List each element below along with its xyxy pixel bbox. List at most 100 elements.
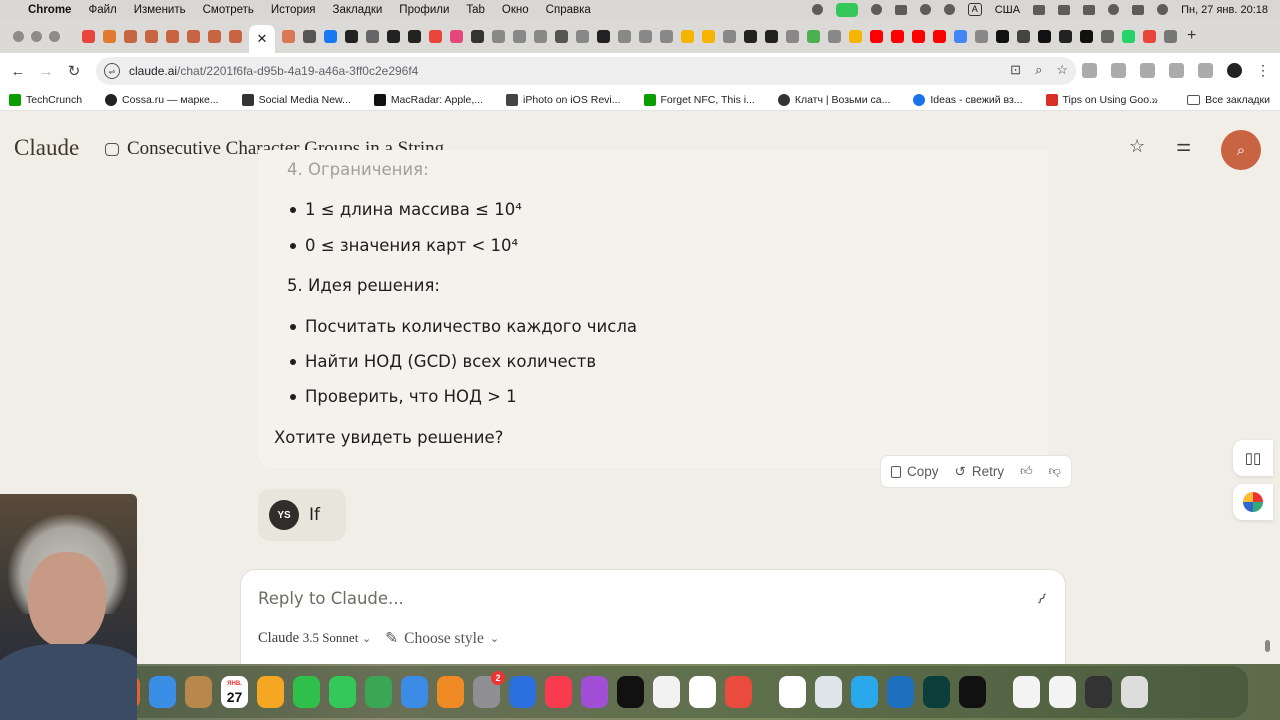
play-icon[interactable] bbox=[943, 4, 955, 15]
extension-icon[interactable] bbox=[1111, 63, 1126, 78]
tab-favicon[interactable] bbox=[660, 29, 673, 43]
claude-search-button[interactable]: ⌕ bbox=[1221, 130, 1261, 170]
facetime-icon[interactable] bbox=[293, 676, 320, 708]
eject-icon[interactable] bbox=[1083, 4, 1096, 15]
menu-item-history[interactable]: История bbox=[271, 4, 316, 16]
tab-favicon[interactable] bbox=[933, 29, 946, 43]
reply-input[interactable]: Reply to Claude... bbox=[258, 589, 404, 608]
tab-favicon[interactable] bbox=[1101, 29, 1114, 43]
bookmark-item[interactable]: Social Media New... bbox=[241, 93, 351, 106]
all-bookmarks-button[interactable]: Все закладки bbox=[1187, 94, 1270, 106]
tab-favicon[interactable] bbox=[166, 29, 179, 43]
tab-favicon[interactable] bbox=[954, 29, 967, 43]
tab-favicon[interactable] bbox=[366, 29, 379, 43]
tab-favicon[interactable] bbox=[912, 29, 925, 43]
tab-favicon[interactable] bbox=[744, 29, 757, 43]
close-tab-icon[interactable]: ✕ bbox=[257, 31, 268, 47]
flask-icon[interactable] bbox=[894, 4, 907, 15]
chat-settings-icon[interactable]: ⚌ bbox=[1176, 136, 1191, 156]
tab-favicon[interactable] bbox=[597, 29, 610, 43]
tab-favicon[interactable] bbox=[618, 29, 631, 43]
tab-favicon[interactable] bbox=[208, 29, 221, 43]
bookmarks-overflow-icon[interactable]: » bbox=[1151, 93, 1158, 107]
tab-favicon[interactable] bbox=[124, 29, 137, 43]
search-icon[interactable] bbox=[1108, 4, 1120, 15]
forward-icon[interactable]: → bbox=[32, 63, 60, 80]
tab-favicon[interactable] bbox=[1122, 29, 1135, 43]
menu-item-file[interactable]: Файл bbox=[88, 4, 116, 16]
tab-favicon[interactable] bbox=[996, 29, 1009, 43]
tab-favicon[interactable] bbox=[765, 29, 778, 43]
system-settings-icon[interactable]: 2 bbox=[473, 671, 505, 708]
tab-favicon[interactable] bbox=[723, 29, 736, 43]
bookmark-item[interactable]: MacRadar: Apple,... bbox=[373, 93, 483, 106]
tab-favicon[interactable] bbox=[702, 29, 715, 43]
tab-favicon[interactable] bbox=[345, 29, 358, 43]
preview-icon[interactable] bbox=[815, 676, 842, 708]
bookmark-star-icon[interactable]: ☆ bbox=[1056, 62, 1068, 78]
menu-item-tab[interactable]: Tab bbox=[466, 4, 485, 16]
epic-games-icon[interactable] bbox=[959, 676, 986, 708]
recent-window-icon[interactable] bbox=[1049, 676, 1076, 708]
bluetooth-icon[interactable] bbox=[1033, 4, 1046, 15]
status-icon[interactable] bbox=[870, 4, 882, 15]
perplexity-icon[interactable] bbox=[923, 676, 950, 708]
tab-favicon[interactable] bbox=[1038, 29, 1051, 43]
safari-icon[interactable] bbox=[509, 676, 536, 708]
photos-icon[interactable] bbox=[257, 676, 284, 708]
tab-favicon[interactable] bbox=[229, 29, 242, 43]
scrollbar[interactable] bbox=[1265, 640, 1270, 652]
tab-favicon[interactable] bbox=[471, 29, 484, 43]
bookmark-item[interactable]: TechCrunch bbox=[9, 93, 82, 106]
tab-favicon[interactable] bbox=[187, 29, 200, 43]
address-bar[interactable]: ⇌ claude.ai/chat/2201f6fa-d95b-4a19-a46a… bbox=[96, 57, 1076, 85]
menu-item-profiles[interactable]: Профили bbox=[399, 4, 449, 16]
bookmark-item[interactable]: Tips on Using Goo... bbox=[1045, 93, 1158, 106]
minimize-window-button[interactable] bbox=[31, 30, 42, 42]
tab-favicon[interactable] bbox=[103, 29, 116, 43]
tab-favicon[interactable] bbox=[387, 29, 400, 43]
close-window-button[interactable] bbox=[13, 30, 24, 42]
menu-clock[interactable]: Пн, 27 янв. 20:18 bbox=[1181, 4, 1268, 16]
books-icon[interactable] bbox=[437, 676, 464, 708]
mail-icon[interactable] bbox=[149, 676, 176, 708]
recent-window-icon[interactable] bbox=[1085, 676, 1112, 708]
thumbs-down-icon[interactable]: 👎︎ bbox=[1049, 464, 1061, 479]
style-selector[interactable]: ✎ Choose style ⌄ bbox=[385, 629, 499, 648]
install-app-icon[interactable]: ⊡ bbox=[1010, 62, 1021, 78]
menu-item-edit[interactable]: Изменить bbox=[134, 4, 186, 16]
extensions-puzzle-icon[interactable] bbox=[1169, 63, 1184, 78]
bookmark-item[interactable]: Клатч | Возьми са... bbox=[777, 93, 890, 106]
locale-label[interactable]: США bbox=[995, 4, 1020, 16]
tab-favicon[interactable] bbox=[1164, 29, 1177, 43]
tab-favicon[interactable] bbox=[1059, 29, 1072, 43]
bookmark-item[interactable]: Ideas - свежий вз... bbox=[913, 93, 1023, 106]
tab-favicon[interactable] bbox=[786, 29, 799, 43]
facetime-icon[interactable] bbox=[835, 2, 858, 17]
zoom-window-button[interactable] bbox=[49, 30, 60, 42]
contacts-icon[interactable] bbox=[185, 676, 212, 708]
trash-icon[interactable] bbox=[1121, 676, 1148, 708]
freeform-icon[interactable] bbox=[689, 676, 716, 708]
retry-button[interactable]: ↺ Retry bbox=[955, 464, 1005, 480]
podcasts-icon[interactable] bbox=[581, 676, 608, 708]
reload-icon[interactable]: ↻ bbox=[60, 62, 88, 80]
iphone-mirroring-icon[interactable] bbox=[725, 676, 752, 708]
bookmark-item[interactable]: Cossa.ru — марке... bbox=[105, 93, 219, 106]
back-icon[interactable]: ← bbox=[4, 63, 32, 80]
gear-icon[interactable] bbox=[919, 4, 931, 15]
tab-favicon[interactable] bbox=[513, 29, 526, 43]
menu-item-view[interactable]: Смотреть bbox=[203, 4, 254, 16]
tab-favicon[interactable] bbox=[870, 29, 883, 43]
extension-floating-button[interactable] bbox=[1233, 484, 1273, 520]
tab-favicon[interactable] bbox=[891, 29, 904, 43]
menu-item-help[interactable]: Справка bbox=[546, 4, 591, 16]
tab-favicon[interactable] bbox=[555, 29, 568, 43]
tab-favicon[interactable] bbox=[492, 29, 505, 43]
record-icon[interactable] bbox=[811, 4, 823, 15]
tab-favicon[interactable] bbox=[1017, 29, 1030, 43]
tab-favicon[interactable] bbox=[975, 29, 988, 43]
url-text[interactable]: claude.ai/chat/2201f6fa-d95b-4a19-a46a-3… bbox=[129, 64, 418, 78]
thumbs-up-icon[interactable]: 👍︎ bbox=[1020, 464, 1033, 479]
tab-favicon[interactable] bbox=[534, 29, 547, 43]
